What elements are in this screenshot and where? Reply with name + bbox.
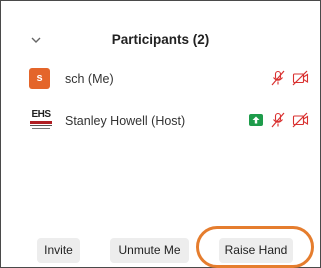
mic-muted-icon[interactable]: [271, 70, 285, 86]
participant-name: sch (Me): [65, 72, 114, 86]
participant-name: Stanley Howell (Host): [65, 114, 186, 128]
raise-hand-button[interactable]: Raise Hand: [219, 238, 293, 263]
panel-header: Participants (2): [1, 1, 320, 63]
video-off-icon[interactable]: [292, 70, 309, 86]
panel-title: Participants (2): [111, 32, 210, 47]
avatar-logo-text: EHS: [31, 109, 51, 120]
participant-row[interactable]: EHS Stanley Howell (Host): [1, 109, 320, 135]
participant-row[interactable]: s sch (Me): [1, 67, 320, 93]
share-screen-icon[interactable]: [249, 114, 263, 126]
unmute-me-button[interactable]: Unmute Me: [110, 238, 189, 263]
avatar: EHS: [29, 109, 53, 133]
video-off-icon[interactable]: [292, 112, 309, 128]
mic-muted-icon[interactable]: [271, 112, 285, 128]
avatar: s: [29, 68, 50, 89]
participants-panel: Participants (2) s sch (Me) EHS Stanley …: [0, 0, 321, 268]
invite-button[interactable]: Invite: [37, 238, 80, 263]
